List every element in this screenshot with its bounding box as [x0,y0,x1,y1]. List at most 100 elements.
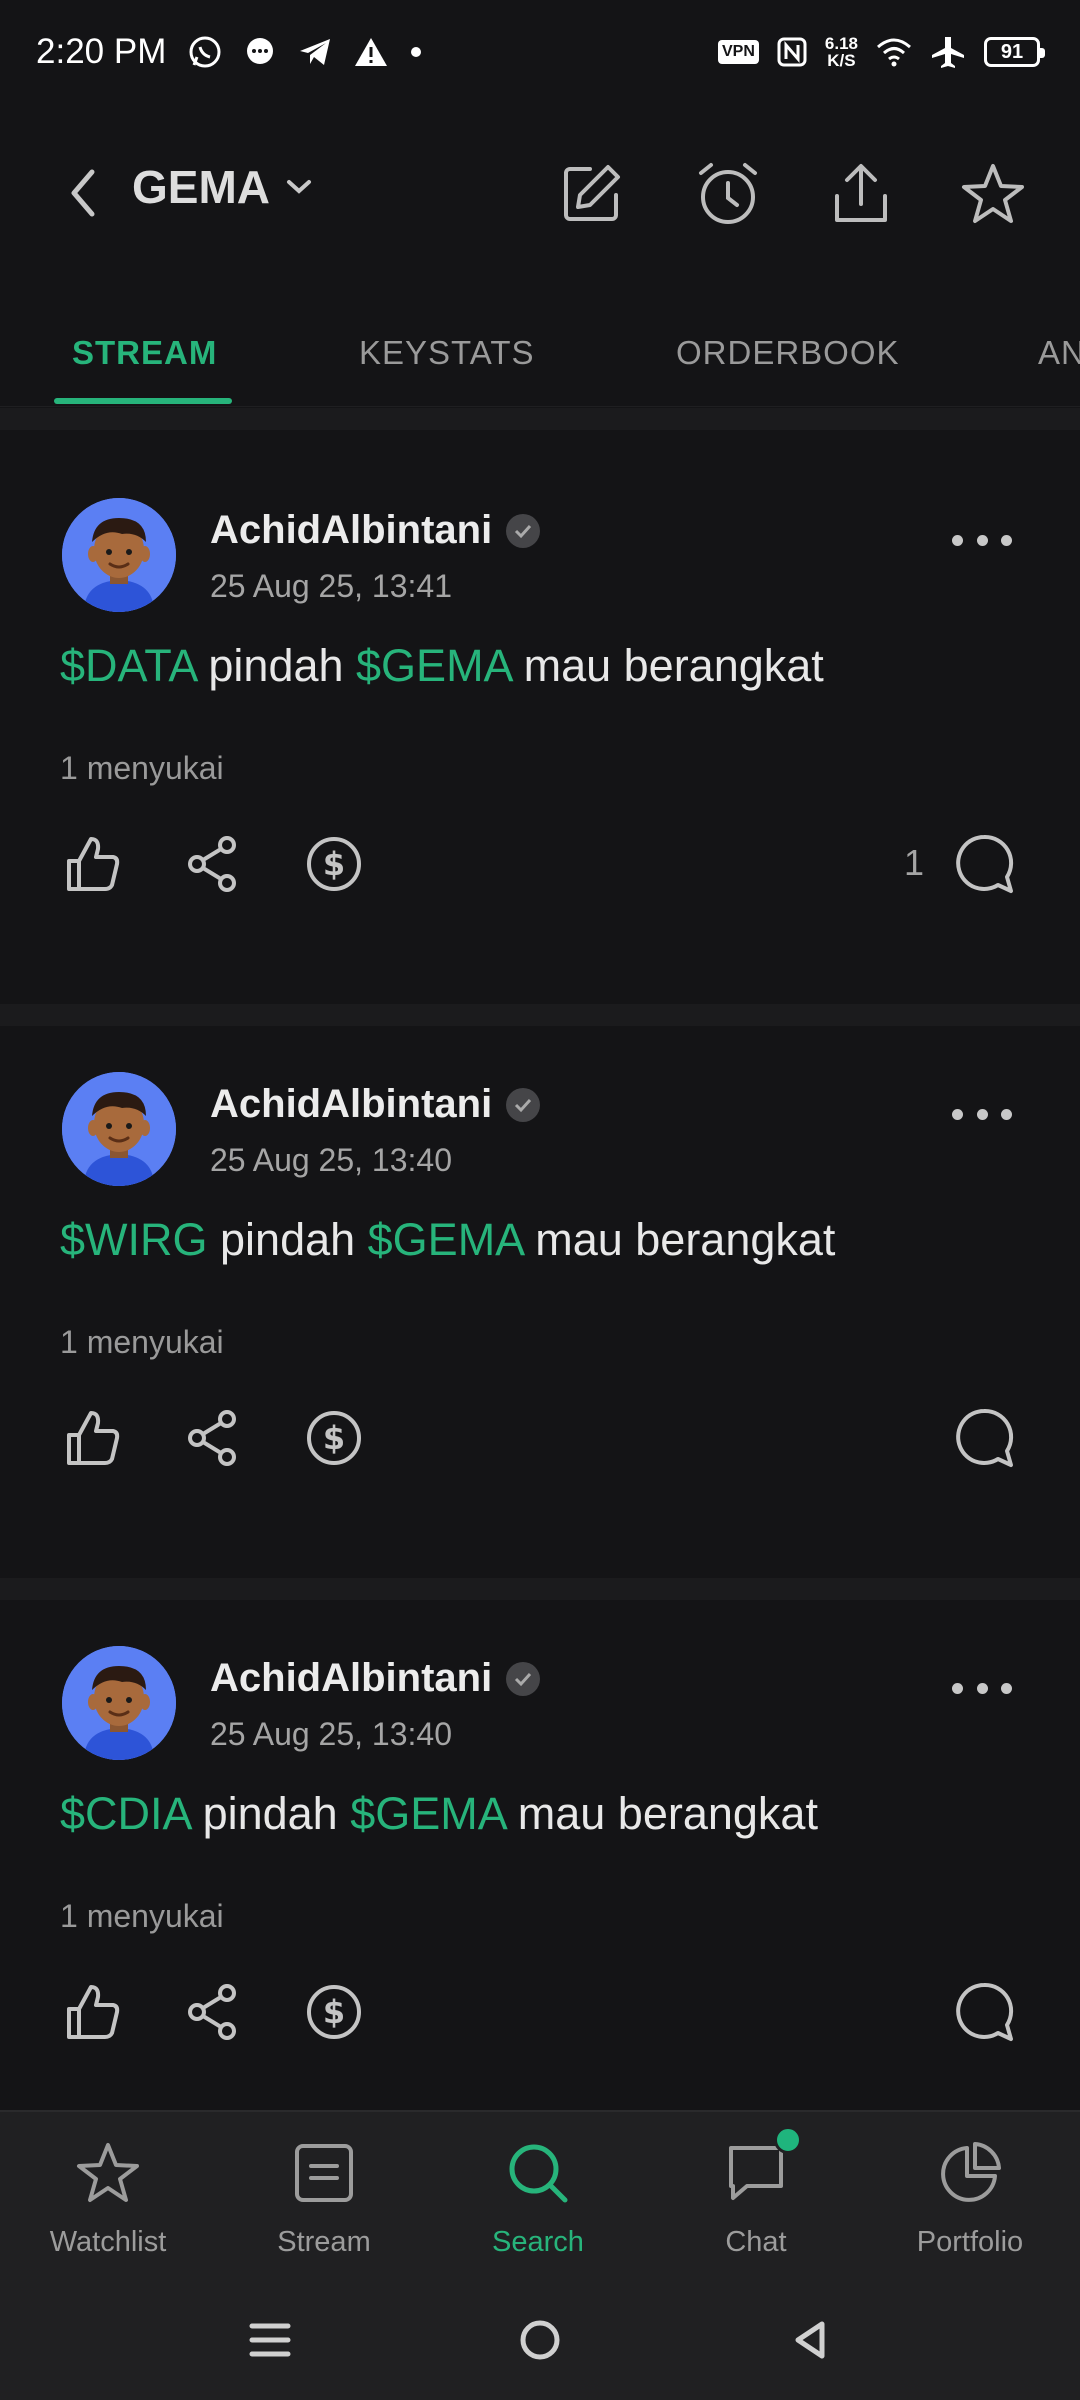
nav-search[interactable]: Search [438,2134,638,2259]
pie-chart-icon [941,2142,1001,2202]
svg-text:$: $ [323,845,345,883]
favorite-button[interactable] [953,154,1033,234]
system-back-button[interactable] [780,2310,840,2370]
tip-button[interactable]: $ [298,828,370,900]
tip-button[interactable]: $ [298,1976,370,2048]
post-card: AchidAlbintani 25 Aug 25, 13:40 $WIRG pi… [0,982,1080,1522]
recent-apps-button[interactable] [240,2310,300,2370]
tab-analysis[interactable]: AN [1038,334,1080,372]
share-post-button[interactable] [176,1402,248,1474]
comment-bubble-icon [956,834,1014,893]
like-button[interactable] [56,1976,128,2048]
edit-button[interactable] [551,154,631,234]
share-post-button[interactable] [176,1976,248,2048]
status-right: VPN 6.18 K/S 91 [718,35,1045,69]
avatar[interactable] [62,498,176,612]
star-icon [77,2143,139,2202]
chevron-down-icon [287,180,311,194]
chat-unread-badge [774,2126,802,2154]
dollar-coin-icon: $ [307,1985,361,2039]
alarm-clock-icon [699,163,757,224]
post-text: pindah [207,1214,368,1265]
author-row[interactable]: AchidAlbintani [210,508,541,553]
telegram-icon [298,37,332,67]
like-button[interactable] [56,1402,128,1474]
nav-stream[interactable]: Stream [224,2134,424,2259]
svg-text:$: $ [323,1993,345,2031]
nav-label: Watchlist [49,2226,167,2258]
tip-button[interactable]: $ [298,1402,370,1474]
ticker-tag-link[interactable]: $DATA [60,640,196,691]
ticker-tag-link[interactable]: $GEMA [368,1214,523,1265]
menu-icon [249,2323,291,2357]
airplane-icon [930,35,966,69]
system-navigation-bar [0,2280,1080,2400]
document-icon [295,2144,353,2202]
nav-label: Search [492,2226,584,2258]
ticker-tag-link[interactable]: $WIRG [60,1214,208,1265]
likes-count[interactable]: 1 menyukai [60,750,224,787]
svg-text:$: $ [323,1419,345,1457]
more-options-icon[interactable] [952,1094,1012,1134]
chevron-left-icon [71,169,95,217]
author-name: AchidAlbintani [210,1656,493,1700]
tab-bar: STREAM KEYSTATS ORDERBOOK AN [0,320,1080,407]
status-bar: 2:20 PM VPN 6.18 K/S 91 [0,0,1080,104]
share-post-button[interactable] [176,828,248,900]
avatar-image [62,498,176,612]
alarm-button[interactable] [688,154,768,234]
comment-button[interactable] [948,1976,1020,2048]
post-content: $CDIA pindah $GEMA mau berangkat [60,1788,818,1840]
battery-level: 91 [1000,40,1024,63]
share-icon [188,1410,236,1466]
post-text: mau berangkat [522,1214,836,1265]
post-actions: $ [0,1976,1080,2056]
post-actions: $ 1 [0,828,1080,908]
wifi-icon [876,37,912,67]
post-content: $WIRG pindah $GEMA mau berangkat [60,1214,835,1266]
dollar-coin-icon: $ [307,837,361,891]
home-button[interactable] [510,2310,570,2370]
edit-icon [564,165,620,221]
likes-count[interactable]: 1 menyukai [60,1324,224,1361]
like-button[interactable] [56,828,128,900]
author-name: AchidAlbintani [210,508,493,552]
ticker-tag-link[interactable]: $GEMA [350,1788,505,1839]
home-circle-icon [520,2320,560,2360]
nav-chat[interactable]: Chat [656,2126,856,2259]
comment-button[interactable] [948,828,1020,900]
nfc-icon [777,37,807,67]
tab-orderbook[interactable]: ORDERBOOK [676,334,900,372]
author-row[interactable]: AchidAlbintani [210,1082,541,1127]
back-button[interactable] [58,168,108,218]
star-icon [962,164,1024,223]
share-button[interactable] [821,154,901,234]
ticker-tag-link[interactable]: $GEMA [356,640,511,691]
nav-watchlist[interactable]: Watchlist [8,2134,208,2259]
nav-portfolio[interactable]: Portfolio [870,2134,1070,2259]
more-options-icon[interactable] [952,520,1012,560]
author-row[interactable]: AchidAlbintani [210,1656,541,1701]
comment-button[interactable] [948,1402,1020,1474]
avatar[interactable] [62,1646,176,1760]
chat-icon [729,2146,783,2200]
vpn-icon: VPN [718,40,759,64]
post-actions: $ [0,1402,1080,1482]
likes-count[interactable]: 1 menyukai [60,1898,224,1935]
status-time: 2:20 PM [36,32,167,71]
more-options-icon[interactable] [952,1668,1012,1708]
tab-keystats[interactable]: KEYSTATS [359,334,534,372]
thumbs-up-icon [67,1411,120,1465]
avatar-image [62,1646,176,1760]
avatar[interactable] [62,1072,176,1186]
verified-badge-icon [506,1087,541,1122]
share-icon [188,836,236,892]
tab-stream[interactable]: STREAM [72,334,217,372]
ticker-tag-link[interactable]: $CDIA [60,1788,190,1839]
battery-icon: 91 [984,37,1045,67]
post-timestamp: 25 Aug 25, 13:40 [210,1142,452,1178]
warning-icon [354,37,388,67]
post-content: $DATA pindah $GEMA mau berangkat [60,640,824,692]
ticker-selector[interactable]: GEMA [132,160,312,214]
message-icon [244,36,276,68]
